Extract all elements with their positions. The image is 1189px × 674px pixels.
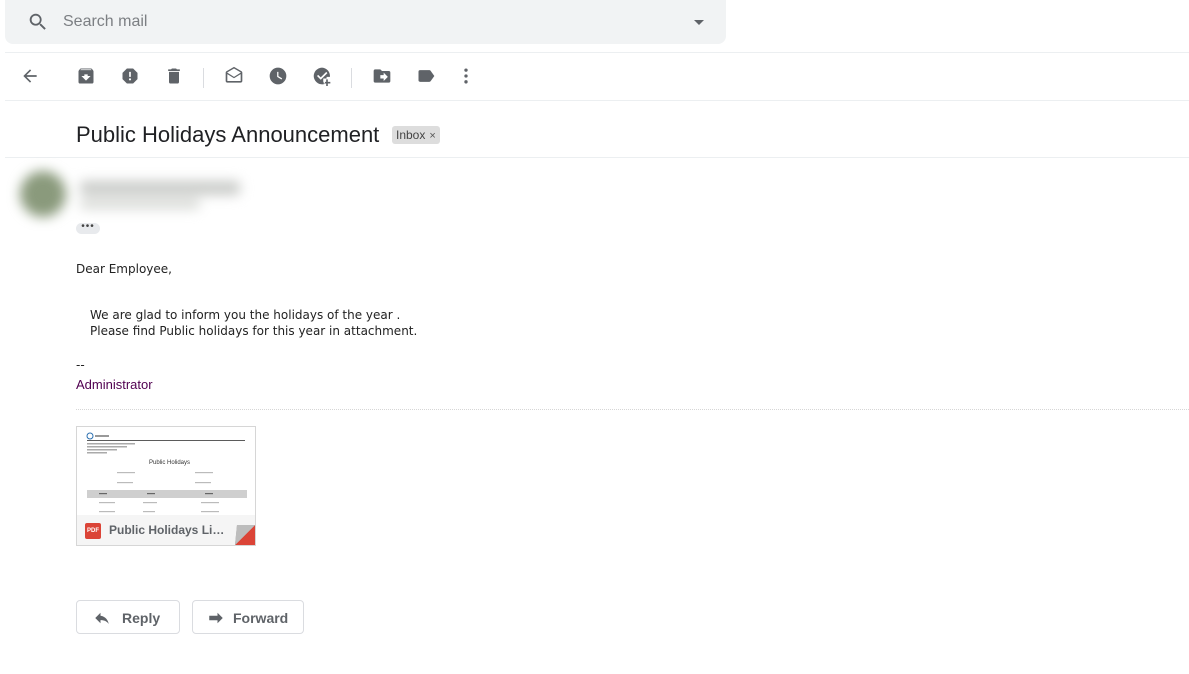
attachment-preview: Public Holidays	[77, 427, 255, 515]
signature-name: Administrator	[76, 377, 153, 392]
signature-separator: --	[76, 358, 85, 372]
toolbar-separator	[203, 68, 204, 88]
forward-icon	[207, 609, 225, 630]
show-trimmed-content-button[interactable]: •••	[76, 222, 100, 234]
pdf-file-icon: PDF	[85, 523, 101, 539]
snooze-icon[interactable]	[268, 66, 288, 86]
attachment-preview-title: Public Holidays	[149, 460, 191, 466]
reply-button[interactable]: Reply	[76, 600, 180, 634]
divider	[5, 100, 1189, 101]
move-to-icon[interactable]	[372, 66, 392, 86]
report-spam-icon[interactable]	[120, 66, 140, 86]
sender-email-redacted	[80, 199, 200, 209]
reply-label: Reply	[122, 610, 161, 626]
attachment-divider	[76, 409, 1189, 410]
avatar	[20, 171, 66, 217]
attachment-corner-fold	[235, 525, 255, 545]
archive-icon[interactable]	[76, 66, 96, 86]
mark-unread-icon[interactable]	[224, 66, 244, 86]
email-subject: Public Holidays Announcement	[76, 122, 380, 147]
inbox-label-chip: Inbox ×	[392, 126, 440, 144]
attachment-filename: Public Holidays List.pdf	[109, 523, 227, 537]
delete-icon[interactable]	[164, 66, 184, 86]
forward-label: Forward	[233, 610, 289, 626]
search-bar	[5, 0, 726, 44]
add-to-tasks-icon[interactable]	[312, 66, 332, 86]
forward-button[interactable]: Forward	[192, 600, 304, 634]
labels-icon[interactable]	[416, 66, 436, 86]
label-text: Inbox	[396, 128, 426, 142]
email-greeting: Dear Employee,	[76, 262, 172, 276]
email-body-line: Please find Public holidays for this yea…	[90, 324, 418, 338]
reply-icon	[93, 609, 111, 630]
divider	[5, 157, 1189, 158]
search-options-icon[interactable]	[687, 10, 707, 30]
toolbar-separator	[351, 68, 352, 88]
sender-name-redacted	[80, 181, 240, 195]
sender-info-redacted	[20, 171, 250, 219]
remove-label-icon[interactable]: ×	[429, 130, 435, 142]
attachment-card[interactable]: Public Holidays PDF Public Holidays List…	[76, 426, 256, 546]
more-icon[interactable]	[456, 66, 476, 86]
search-input[interactable]	[61, 8, 625, 36]
back-icon[interactable]	[20, 66, 40, 86]
search-icon[interactable]	[27, 11, 47, 31]
email-body-line: We are glad to inform you the holidays o…	[90, 308, 401, 322]
message-toolbar	[0, 52, 1189, 100]
